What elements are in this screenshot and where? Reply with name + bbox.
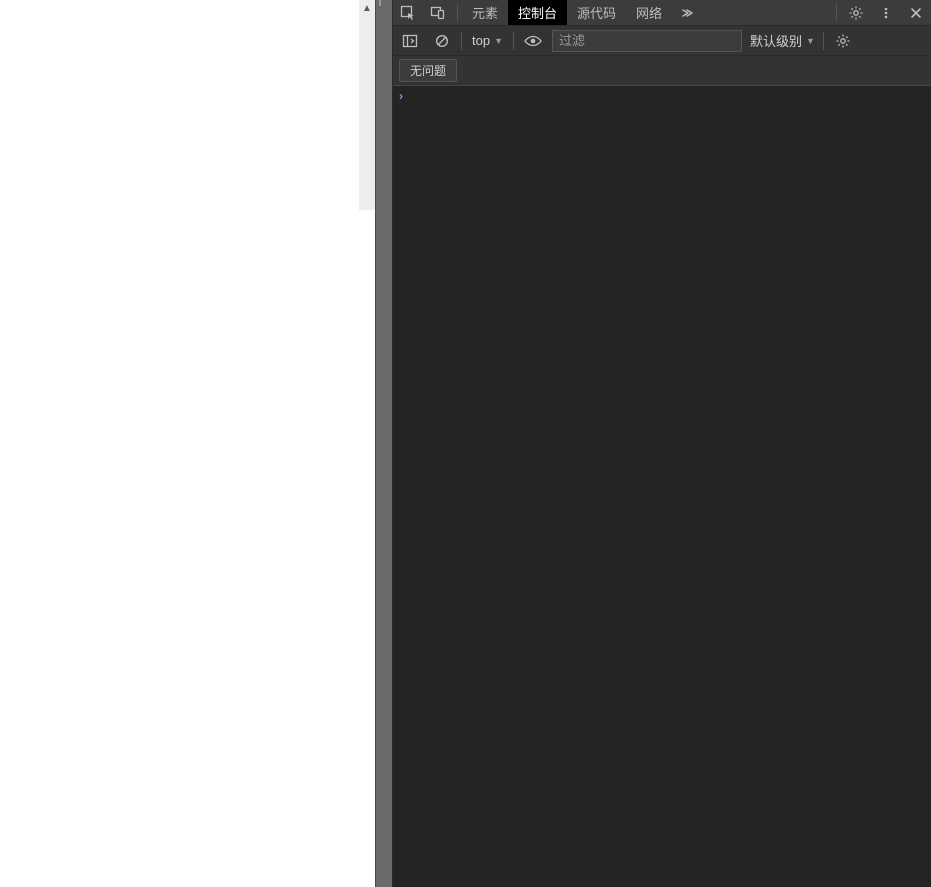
toggle-sidebar-icon[interactable]: [397, 30, 423, 52]
tab-label: 元素: [472, 3, 498, 22]
tab-network[interactable]: 网络: [626, 0, 672, 25]
tab-console[interactable]: 控制台: [508, 0, 567, 25]
tab-sources[interactable]: 源代码: [567, 0, 626, 25]
tab-label: 源代码: [577, 3, 616, 22]
issues-bar: 无问题: [393, 56, 931, 86]
level-label: 默认级别: [750, 31, 802, 50]
filter-input[interactable]: [552, 30, 742, 52]
separator: [457, 4, 458, 21]
execution-context-select[interactable]: top ▼: [468, 33, 507, 48]
log-level-select[interactable]: 默认级别 ▼: [748, 31, 817, 50]
close-icon[interactable]: [901, 0, 931, 25]
separator: [836, 4, 837, 21]
separator: [513, 32, 514, 50]
console-output[interactable]: ›: [393, 86, 931, 887]
chevron-right-icon: ›: [399, 89, 403, 103]
context-label: top: [472, 33, 490, 48]
separator: [461, 32, 462, 50]
live-expression-icon[interactable]: [520, 30, 546, 52]
console-toolbar: top ▼ 默认级别 ▼: [393, 26, 931, 56]
tab-elements[interactable]: 元素: [462, 0, 508, 25]
console-prompt[interactable]: ›: [393, 86, 931, 106]
kebab-menu-icon[interactable]: [871, 0, 901, 25]
scrollbar-up-icon[interactable]: ▲: [359, 0, 375, 16]
more-tabs-icon[interactable]: [672, 0, 702, 25]
devtools-panel: 元素 控制台 源代码 网络 top: [393, 0, 931, 887]
tab-label: 网络: [636, 3, 662, 22]
separator: [823, 32, 824, 50]
issues-label: 无问题: [410, 64, 446, 78]
clear-console-icon[interactable]: [429, 30, 455, 52]
device-toolbar-icon[interactable]: [423, 0, 453, 25]
devtools-tabbar: 元素 控制台 源代码 网络: [393, 0, 931, 26]
chevron-down-icon: ▼: [806, 36, 815, 46]
tab-label: 控制台: [518, 3, 557, 22]
inspect-element-icon[interactable]: [393, 0, 423, 25]
settings-icon[interactable]: [841, 0, 871, 25]
panel-resizer[interactable]: [375, 0, 393, 887]
chevron-down-icon: ▼: [494, 36, 503, 46]
issues-chip[interactable]: 无问题: [399, 59, 457, 82]
page-content-area: ▲: [0, 0, 375, 887]
console-settings-icon[interactable]: [830, 30, 856, 52]
page-scrollbar[interactable]: ▲: [359, 0, 375, 210]
